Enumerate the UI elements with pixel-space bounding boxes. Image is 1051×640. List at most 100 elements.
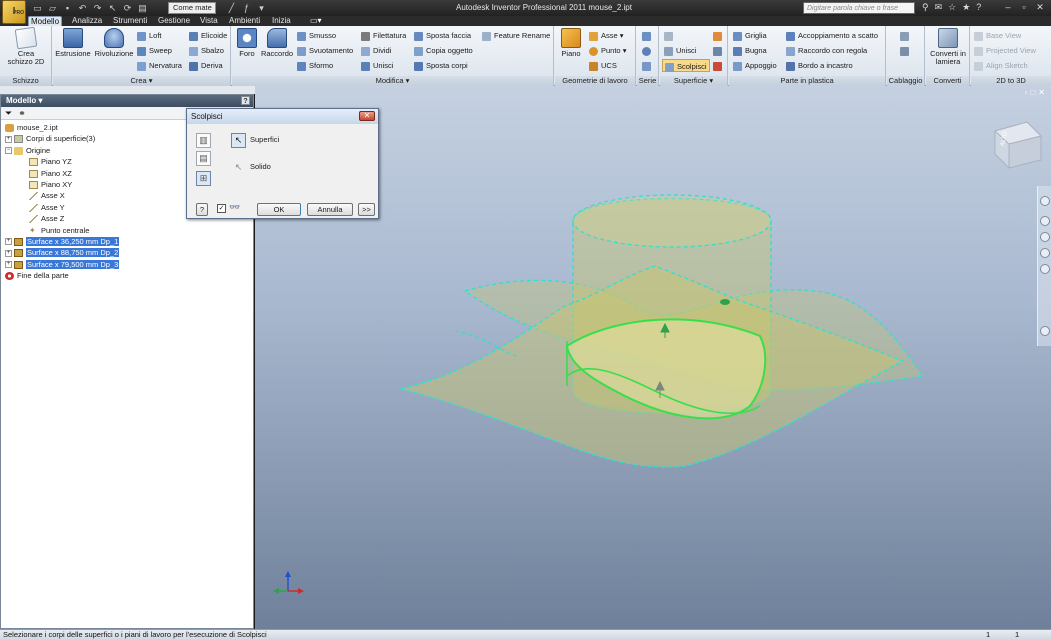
rest-button[interactable]: Appoggio bbox=[733, 59, 777, 72]
derive-button[interactable]: Deriva bbox=[189, 59, 223, 72]
work-point-button[interactable]: Punto ▾ bbox=[589, 44, 626, 57]
browser-dropdown-icon[interactable]: ▾ bbox=[38, 96, 42, 105]
subscription-icon[interactable]: ✉ bbox=[935, 2, 943, 13]
expand-icon[interactable]: + bbox=[5, 238, 12, 246]
zoom-icon[interactable] bbox=[1040, 232, 1050, 242]
ok-button[interactable]: OK bbox=[257, 203, 301, 216]
boss-button[interactable]: Bugna bbox=[733, 44, 767, 57]
draft-button[interactable]: Sformo bbox=[297, 59, 333, 72]
convert-sheetmetal-button[interactable]: Converti in lamiera bbox=[927, 28, 969, 66]
snap-fit-button[interactable]: Accoppiamento a scatto bbox=[786, 29, 878, 42]
panel-expand-icon[interactable]: ▾ bbox=[709, 76, 713, 85]
close-icon[interactable]: ✕ bbox=[1032, 1, 1048, 14]
emboss-button[interactable]: Sbalzo bbox=[189, 44, 224, 57]
sweep-button[interactable]: Sweep bbox=[137, 44, 172, 57]
trim-button[interactable] bbox=[713, 44, 725, 57]
save-icon[interactable]: ▪ bbox=[62, 3, 73, 14]
thread-button[interactable]: Filettatura bbox=[361, 29, 406, 42]
tab-gestione[interactable]: Gestione bbox=[156, 16, 192, 26]
tree-node-surface-1[interactable]: + Surface x 36,250 mm Dp_1 bbox=[1, 236, 253, 247]
more-button[interactable]: >> bbox=[358, 203, 375, 216]
base-view-button[interactable]: Base View bbox=[974, 29, 1021, 42]
stitch-button[interactable]: Unisci bbox=[664, 44, 696, 57]
mirror-button[interactable] bbox=[642, 59, 654, 72]
dialog-help-button[interactable]: ? bbox=[196, 203, 208, 216]
rect-pattern-button[interactable] bbox=[642, 29, 654, 42]
steering-wheel-icon[interactable] bbox=[1040, 196, 1050, 206]
tab-modello[interactable]: Modello bbox=[28, 16, 63, 26]
browser-help-button[interactable]: ? bbox=[241, 96, 250, 105]
customize-qat-icon[interactable]: ▾ bbox=[256, 3, 267, 14]
delete-face-button[interactable] bbox=[713, 59, 725, 72]
remove-icon[interactable]: ▤ bbox=[196, 151, 211, 166]
select-icon[interactable]: ↖ bbox=[107, 3, 118, 14]
expand-icon[interactable]: + bbox=[5, 249, 12, 257]
select-bodies-icon[interactable]: ▥ bbox=[196, 133, 211, 148]
orbit-icon[interactable] bbox=[1040, 248, 1050, 258]
combine-button[interactable]: Unisci bbox=[361, 59, 393, 72]
minimize-icon[interactable]: – bbox=[1000, 1, 1016, 14]
navbar-options-icon[interactable] bbox=[1040, 326, 1050, 336]
thicken-button[interactable] bbox=[664, 29, 676, 42]
coil-button[interactable]: Elicoide bbox=[189, 29, 227, 42]
chamfer-button[interactable]: Smusso bbox=[297, 29, 336, 42]
loft-button[interactable]: Loft bbox=[137, 29, 162, 42]
revolve-button[interactable]: Rivoluzione bbox=[93, 28, 135, 58]
tree-node-end-of-part[interactable]: Fine della parte bbox=[1, 270, 253, 281]
cancel-button[interactable]: Annulla bbox=[307, 203, 353, 216]
shell-button[interactable]: Svuotamento bbox=[297, 44, 353, 57]
find-icon[interactable]: ⚭ bbox=[18, 107, 26, 119]
help-search-input[interactable]: Digitare parola chiave o frase bbox=[803, 2, 915, 14]
hole-button[interactable]: Foro bbox=[235, 28, 259, 58]
add-icon[interactable]: ⊞ bbox=[196, 171, 211, 186]
panel-expand-icon[interactable]: ▾ bbox=[406, 76, 410, 85]
search-icon[interactable]: ⚲ bbox=[922, 2, 929, 13]
function-icon[interactable]: ƒ bbox=[241, 3, 252, 14]
viewport-window-controls[interactable]: ▫□✕ bbox=[1025, 88, 1048, 97]
favorites-icon[interactable]: ★ bbox=[962, 2, 970, 13]
split-button[interactable]: Dividi bbox=[361, 44, 391, 57]
grill-button[interactable]: Griglia bbox=[733, 29, 767, 42]
browser-header[interactable]: Modello ▾ ? bbox=[1, 95, 253, 107]
new-icon[interactable]: ▭ bbox=[32, 3, 43, 14]
align-sketch-button[interactable]: Align Sketch bbox=[974, 59, 1028, 72]
tab-inizia[interactable]: Inizia bbox=[270, 16, 293, 26]
expand-icon[interactable]: + bbox=[5, 135, 12, 143]
tab-analizza[interactable]: Analizza bbox=[70, 16, 104, 26]
appearance-dropdown[interactable]: Come mate bbox=[168, 2, 216, 14]
tab-vista[interactable]: Vista bbox=[198, 16, 220, 26]
maximize-icon[interactable]: ▫ bbox=[1016, 1, 1032, 14]
rule-fillet-button[interactable]: Raccordo con regola bbox=[786, 44, 867, 57]
sculpt-button[interactable]: Scolpisci bbox=[662, 59, 710, 72]
option-surfaces[interactable]: ↖ Superfici bbox=[231, 132, 279, 148]
tab-strumenti[interactable]: Strumenti bbox=[111, 16, 149, 26]
dialog-title-bar[interactable]: Scolpisci bbox=[187, 109, 378, 124]
cylinder-top-edge[interactable] bbox=[572, 194, 772, 248]
circ-pattern-button[interactable] bbox=[642, 44, 654, 57]
work-axis-button[interactable]: Asse ▾ bbox=[589, 29, 624, 42]
create-sketch-button[interactable]: Crea schizzo 2D bbox=[4, 26, 48, 66]
projected-view-button[interactable]: Projected View bbox=[974, 44, 1036, 57]
copy-object-button[interactable]: Copia oggetto bbox=[414, 44, 473, 57]
expand-icon[interactable]: + bbox=[5, 261, 12, 269]
communication-icon[interactable]: ☆ bbox=[948, 2, 956, 13]
look-at-icon[interactable] bbox=[1040, 264, 1050, 274]
open-icon[interactable]: ▱ bbox=[47, 3, 58, 14]
work-plane-button[interactable]: Piano bbox=[558, 28, 584, 58]
color-icon[interactable]: ╱ bbox=[226, 3, 237, 14]
redo-icon[interactable]: ↷ bbox=[92, 3, 103, 14]
dialog-close-button[interactable]: ✕ bbox=[359, 111, 375, 121]
tree-node-center-point[interactable]: ✦ Punto centrale bbox=[1, 225, 253, 236]
filter-icon[interactable]: ⏷ bbox=[5, 107, 12, 119]
feature-rename-button[interactable]: Feature Rename bbox=[482, 29, 550, 42]
tree-node-surface-3[interactable]: + Surface x 79,500 mm Dp_3 bbox=[1, 259, 253, 270]
tree-node-surface-2[interactable]: + Surface x 88,750 mm Dp_2 bbox=[1, 247, 253, 258]
tab-ambienti[interactable]: Ambienti bbox=[227, 16, 262, 26]
project-icon[interactable]: ▤ bbox=[137, 3, 148, 14]
undo-icon[interactable]: ↶ bbox=[77, 3, 88, 14]
preview-checkbox[interactable]: ✓ bbox=[217, 204, 226, 213]
help-icon[interactable]: ? bbox=[976, 2, 981, 13]
pan-icon[interactable] bbox=[1040, 216, 1050, 226]
ribbon-options-icon[interactable]: ▭▾ bbox=[308, 16, 324, 26]
move-bodies-button[interactable]: Sposta corpi bbox=[414, 59, 468, 72]
